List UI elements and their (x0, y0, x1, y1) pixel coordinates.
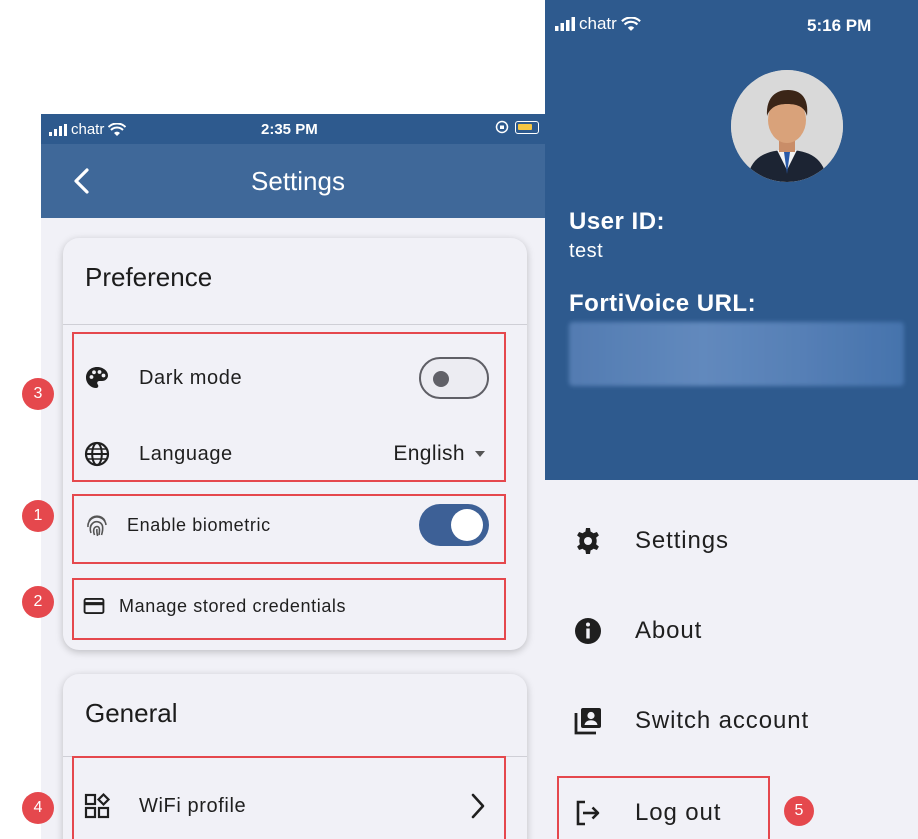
drawer-screen: chatr 5:16 PM User ID: test FortiVoice U… (545, 0, 918, 839)
signal-icon (49, 123, 67, 136)
user-id-label: User ID: (569, 208, 666, 235)
language-row[interactable]: Language English (63, 432, 527, 476)
general-card: General WiFi profile (63, 674, 527, 839)
menu-item-about[interactable]: About (545, 606, 918, 656)
annotation-badge-1: 1 (22, 500, 54, 532)
annotation-badge-4: 4 (22, 792, 54, 824)
url-label: FortiVoice URL: (569, 290, 757, 317)
widgets-icon (84, 792, 111, 819)
carrier-info: chatr (555, 14, 641, 34)
settings-screen: chatr 2:35 PM Settings Preference Dark m… (41, 114, 545, 839)
general-title: General (85, 698, 178, 728)
language-value: English (393, 442, 465, 465)
divider (63, 756, 527, 757)
carrier-name: chatr (579, 14, 617, 33)
carrier-name: chatr (71, 121, 105, 138)
info-icon (575, 618, 601, 644)
switch-account-icon (574, 708, 601, 735)
menu-label-about: About (635, 617, 703, 644)
gear-icon (577, 528, 599, 554)
fingerprint-icon (87, 515, 107, 537)
signal-icon (555, 17, 575, 31)
dropdown-caret-icon (475, 451, 485, 457)
menu-item-log-out[interactable]: Log out (545, 788, 918, 838)
page-title: Settings (251, 166, 345, 196)
toggle-knob (433, 371, 449, 387)
menu-item-switch-account[interactable]: Switch account (545, 696, 918, 746)
wifi-profile-label: WiFi profile (139, 794, 247, 817)
status-time: 2:35 PM (261, 121, 318, 138)
biometric-toggle[interactable] (419, 504, 489, 546)
carrier-info: chatr (49, 121, 127, 138)
divider (63, 324, 527, 325)
app-bar: Settings (41, 144, 545, 218)
biometric-row[interactable]: Enable biometric (63, 503, 527, 547)
credit-card-icon (83, 597, 105, 615)
annotation-badge-5: 5 (784, 796, 814, 826)
biometric-label: Enable biometric (127, 514, 271, 535)
drawer-header: chatr 5:16 PM User ID: test FortiVoice U… (545, 0, 918, 480)
menu-label-log-out: Log out (635, 799, 722, 826)
wifi-profile-row[interactable]: WiFi profile (63, 784, 527, 828)
menu-item-settings[interactable]: Settings (545, 516, 918, 566)
battery-icon (515, 120, 539, 134)
wifi-icon (620, 16, 641, 31)
toggle-knob (451, 509, 483, 541)
chevron-right-icon (471, 793, 485, 819)
blurred-url-value (569, 322, 904, 386)
palette-icon (86, 367, 108, 388)
language-label: Language (139, 442, 233, 465)
credentials-label: Manage stored credentials (119, 595, 347, 616)
menu-label-settings: Settings (635, 527, 729, 554)
globe-icon (84, 441, 110, 467)
preference-card: Preference Dark mode Language English En… (63, 238, 527, 650)
annotation-badge-3: 3 (22, 378, 54, 410)
menu-label-switch-account: Switch account (635, 707, 810, 734)
dark-mode-row[interactable]: Dark mode (63, 356, 527, 400)
status-bar: chatr 2:35 PM (41, 114, 545, 144)
annotation-badge-2: 2 (22, 586, 54, 618)
status-right-icons (495, 120, 539, 134)
avatar (731, 70, 843, 182)
wifi-icon (108, 122, 127, 136)
credentials-row[interactable]: Manage stored credentials (63, 584, 527, 628)
user-avatar-icon (731, 70, 843, 182)
orientation-lock-icon (495, 120, 509, 134)
dark-mode-label: Dark mode (139, 366, 243, 389)
user-id-value: test (569, 240, 604, 262)
preference-title: Preference (85, 262, 213, 292)
status-time: 5:16 PM (807, 16, 872, 35)
language-select[interactable]: English (393, 442, 485, 466)
status-bar: chatr 5:16 PM (545, 0, 918, 38)
dark-mode-toggle[interactable] (419, 357, 489, 399)
logout-icon (576, 800, 600, 826)
